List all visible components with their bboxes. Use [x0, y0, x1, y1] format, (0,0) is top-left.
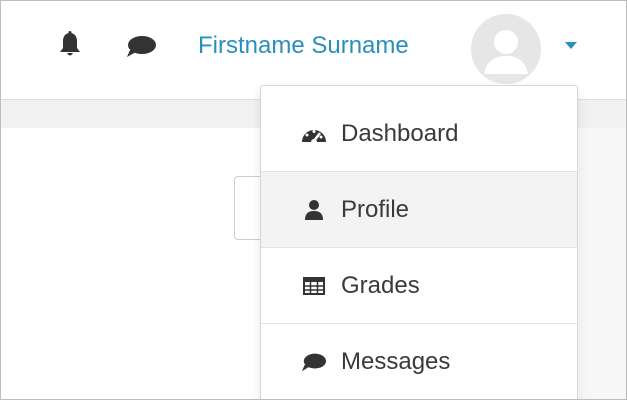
menu-item-label: Dashboard [341, 119, 459, 147]
avatar[interactable] [471, 14, 541, 84]
menu-item-label: Messages [341, 348, 451, 375]
bell-icon[interactable] [54, 29, 86, 61]
user-icon [301, 197, 327, 223]
user-menu-dropdown: Dashboard Profile Grades Messages [260, 85, 578, 399]
table-icon [301, 273, 327, 299]
menu-item-grades[interactable]: Grades [261, 248, 577, 324]
menu-item-label: Grades [341, 271, 420, 299]
chat-icon[interactable] [123, 31, 159, 61]
app-window: Firstname Surname Dashboard Profile Grad… [0, 0, 627, 400]
chevron-down-icon[interactable] [561, 39, 581, 53]
right-panel [579, 128, 626, 399]
menu-item-profile[interactable]: Profile [261, 172, 577, 248]
user-name-link[interactable]: Firstname Surname [198, 29, 409, 63]
avatar-icon [471, 14, 541, 84]
menu-item-dashboard[interactable]: Dashboard [261, 96, 577, 172]
dashboard-icon [301, 121, 327, 147]
chat-icon [301, 349, 327, 375]
menu-item-label: Profile [341, 195, 410, 223]
menu-item-messages[interactable]: Messages [261, 324, 577, 399]
